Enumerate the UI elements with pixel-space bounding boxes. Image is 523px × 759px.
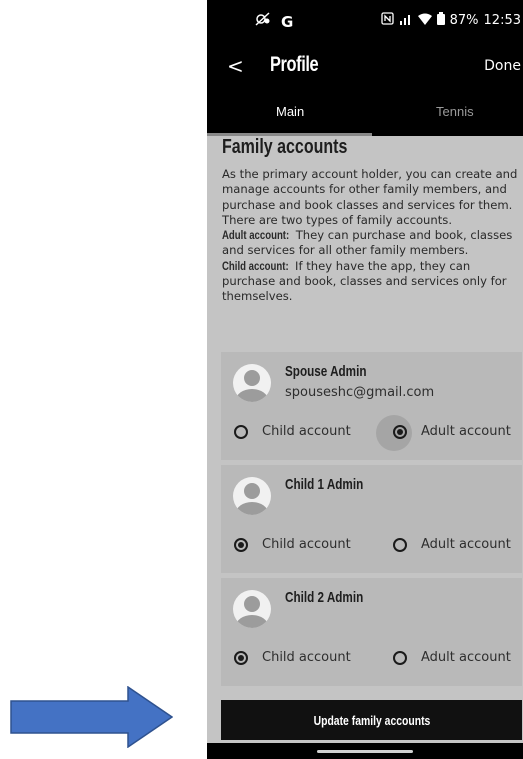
child-account-label: Child account: xyxy=(222,258,289,273)
status-bar: G 87% 12:53 xyxy=(207,0,523,44)
radio-label: Child account xyxy=(262,424,351,439)
avatar xyxy=(233,590,271,628)
nfc-icon xyxy=(380,12,394,30)
member-card-child-1: Child 1 Admin Child account Adult accoun… xyxy=(221,465,522,573)
radio-label: Adult account xyxy=(421,537,511,552)
adult-account-radio[interactable]: Adult account xyxy=(393,424,511,439)
adult-account-radio[interactable]: Adult account xyxy=(393,537,511,552)
intro-text: As the primary account holder, you can c… xyxy=(222,167,518,227)
child-account-radio[interactable]: Child account xyxy=(234,537,351,552)
member-name: Child 2 Admin xyxy=(285,589,364,606)
avatar xyxy=(233,477,271,515)
radio-unchecked-icon xyxy=(393,537,407,552)
system-nav-bar xyxy=(207,743,523,759)
member-name: Spouse Admin xyxy=(285,363,367,380)
adult-account-radio[interactable]: Adult account xyxy=(393,650,511,665)
radio-checked-icon xyxy=(393,424,407,439)
radio-label: Adult account xyxy=(421,650,511,665)
radio-label: Child account xyxy=(262,650,351,665)
tab-main[interactable]: Main xyxy=(276,104,304,119)
battery-percent: 87% xyxy=(449,13,479,28)
member-card-spouse: Spouse Admin spouseshc@gmail.com Child a… xyxy=(221,352,522,460)
member-name: Child 1 Admin xyxy=(285,476,364,493)
app-header: < Profile Done xyxy=(207,44,523,92)
arrow-right-icon xyxy=(10,686,173,748)
tab-bar: Main Tennis xyxy=(207,92,523,136)
member-email: spouseshc@gmail.com xyxy=(285,385,435,400)
radio-checked-icon xyxy=(234,650,248,665)
adult-account-label: Adult account: xyxy=(222,228,290,243)
radio-unchecked-icon xyxy=(234,424,248,439)
update-family-accounts-button[interactable]: Update family accounts xyxy=(221,700,522,740)
google-icon: G xyxy=(281,12,294,31)
notification-muted-icon xyxy=(255,12,271,31)
home-gesture-handle[interactable] xyxy=(317,750,413,753)
battery-icon xyxy=(436,12,445,30)
radio-label: Adult account xyxy=(421,424,511,439)
radio-checked-icon xyxy=(234,537,248,552)
tab-tennis[interactable]: Tennis xyxy=(436,104,474,119)
section-title: Family accounts xyxy=(222,136,348,158)
wifi-icon xyxy=(417,13,432,30)
radio-label: Child account xyxy=(262,537,351,552)
done-button[interactable]: Done xyxy=(484,58,521,74)
member-card-child-2: Child 2 Admin Child account Adult accoun… xyxy=(221,578,522,686)
family-description: As the primary account holder, you can c… xyxy=(222,167,522,305)
back-icon[interactable]: < xyxy=(227,54,244,78)
child-account-radio[interactable]: Child account xyxy=(234,650,351,665)
radio-unchecked-icon xyxy=(393,650,407,665)
phone-screen: G 87% 12:53 < Profile Done Main Tennis F… xyxy=(207,0,523,759)
clock: 12:53 xyxy=(483,13,521,28)
update-button-label: Update family accounts xyxy=(313,712,430,728)
page-title: Profile xyxy=(270,53,319,76)
signal-icon xyxy=(399,13,413,30)
child-account-radio[interactable]: Child account xyxy=(234,424,351,439)
avatar xyxy=(233,364,271,402)
